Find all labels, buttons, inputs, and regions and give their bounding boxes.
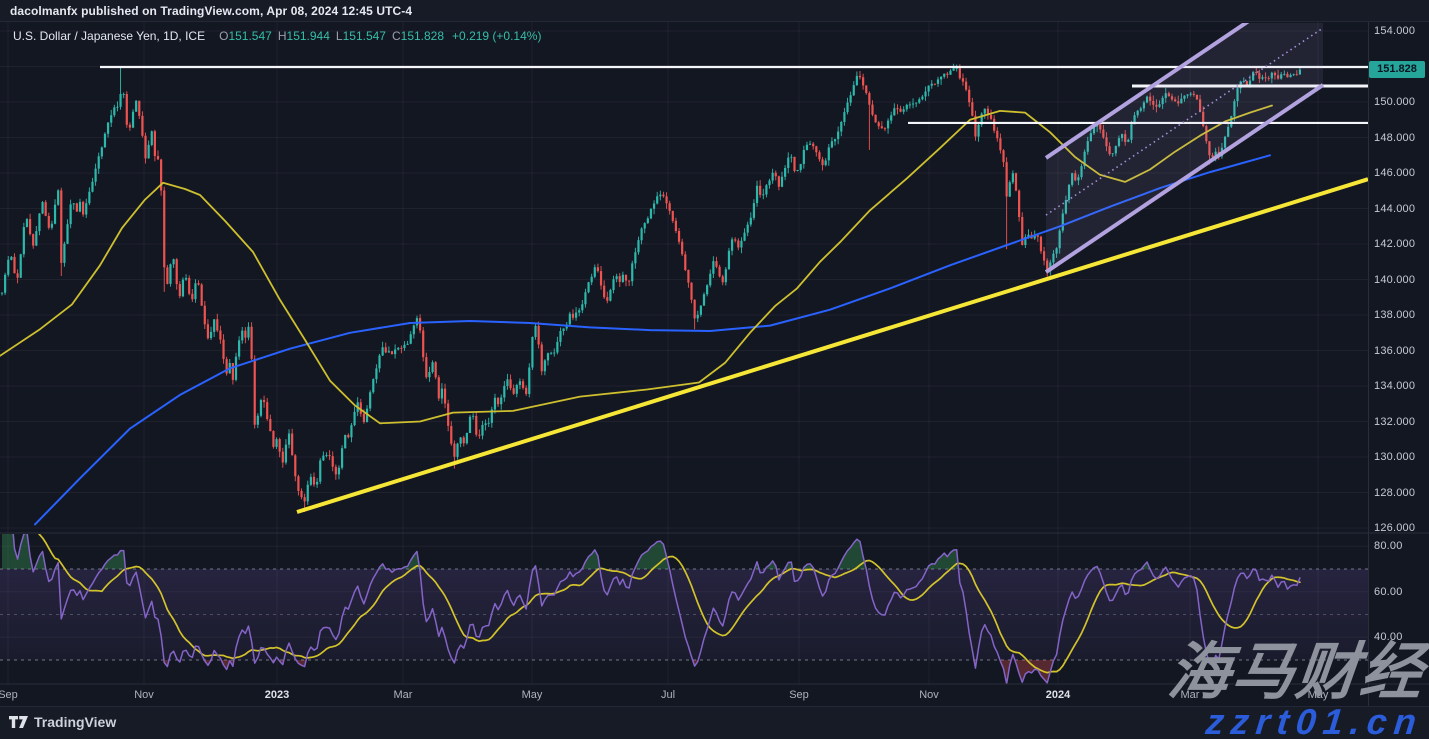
price-axis-label: 146.000 [1374, 167, 1428, 179]
time-axis-label: Nov [134, 689, 154, 701]
change-value: +0.219 (+0.14%) [452, 29, 541, 43]
time-axis-label: Nov [919, 689, 939, 701]
time-axis-label: Sep [789, 689, 809, 701]
watermark-url: zzrt01.cn [1204, 701, 1425, 739]
last-price-label: 151.828 [1369, 61, 1425, 78]
price-axis-label: 138.000 [1374, 309, 1428, 321]
price-axis-label: 154.000 [1374, 25, 1428, 37]
watermark-chinese: 海马财经 [1164, 621, 1429, 711]
low-value: 151.547 [343, 29, 386, 43]
symbol-legend[interactable]: U.S. Dollar / Japanese Yen, 1D, ICEO151.… [13, 29, 541, 43]
tradingview-wordmark: TradingView [34, 714, 116, 730]
high-value: 151.944 [287, 29, 330, 43]
tradingview-icon [9, 715, 28, 729]
price-axis-label: 126.000 [1374, 522, 1428, 534]
ascending-channel[interactable] [1046, 19, 1323, 272]
tradingview-logo-link[interactable]: TradingView [9, 714, 116, 730]
price-axis-label: 142.000 [1374, 238, 1428, 250]
close-value: 151.828 [401, 29, 444, 43]
time-axis-label: Sep [0, 689, 18, 701]
high-label: H [278, 29, 287, 43]
open-value: 151.547 [228, 29, 271, 43]
rsi-overbought-fill [102, 551, 126, 569]
price-axis-label: 140.000 [1374, 274, 1428, 286]
time-axis-label: 2023 [265, 689, 289, 701]
price-axis-label: 148.000 [1374, 132, 1428, 144]
rsi-pane [0, 512, 1368, 684]
close-label: C [392, 29, 401, 43]
time-axis-label: 2024 [1046, 689, 1070, 701]
rsi-axis-label: 80.00 [1374, 540, 1428, 552]
symbol-title: U.S. Dollar / Japanese Yen, 1D, ICE [13, 29, 205, 43]
price-axis-label: 136.000 [1374, 345, 1428, 357]
price-axis-label: 132.000 [1374, 416, 1428, 428]
yellow-trendline[interactable] [297, 179, 1368, 512]
low-label: L [336, 29, 343, 43]
price-axis-label: 128.000 [1374, 487, 1428, 499]
rsi-overbought-fill [582, 550, 600, 569]
tradingview-snapshot: { "header": { "published": "dacolmanfx p… [0, 0, 1429, 739]
time-axis-label: Mar [394, 689, 413, 701]
price-axis-label: 150.000 [1374, 96, 1428, 108]
price-axis-label: 134.000 [1374, 380, 1428, 392]
price-axis-label: 130.000 [1374, 451, 1428, 463]
time-axis-label: Jul [661, 689, 675, 701]
time-axis-label: May [522, 689, 543, 701]
price-axis-label: 144.000 [1374, 203, 1428, 215]
rsi-axis-label: 60.00 [1374, 586, 1428, 598]
